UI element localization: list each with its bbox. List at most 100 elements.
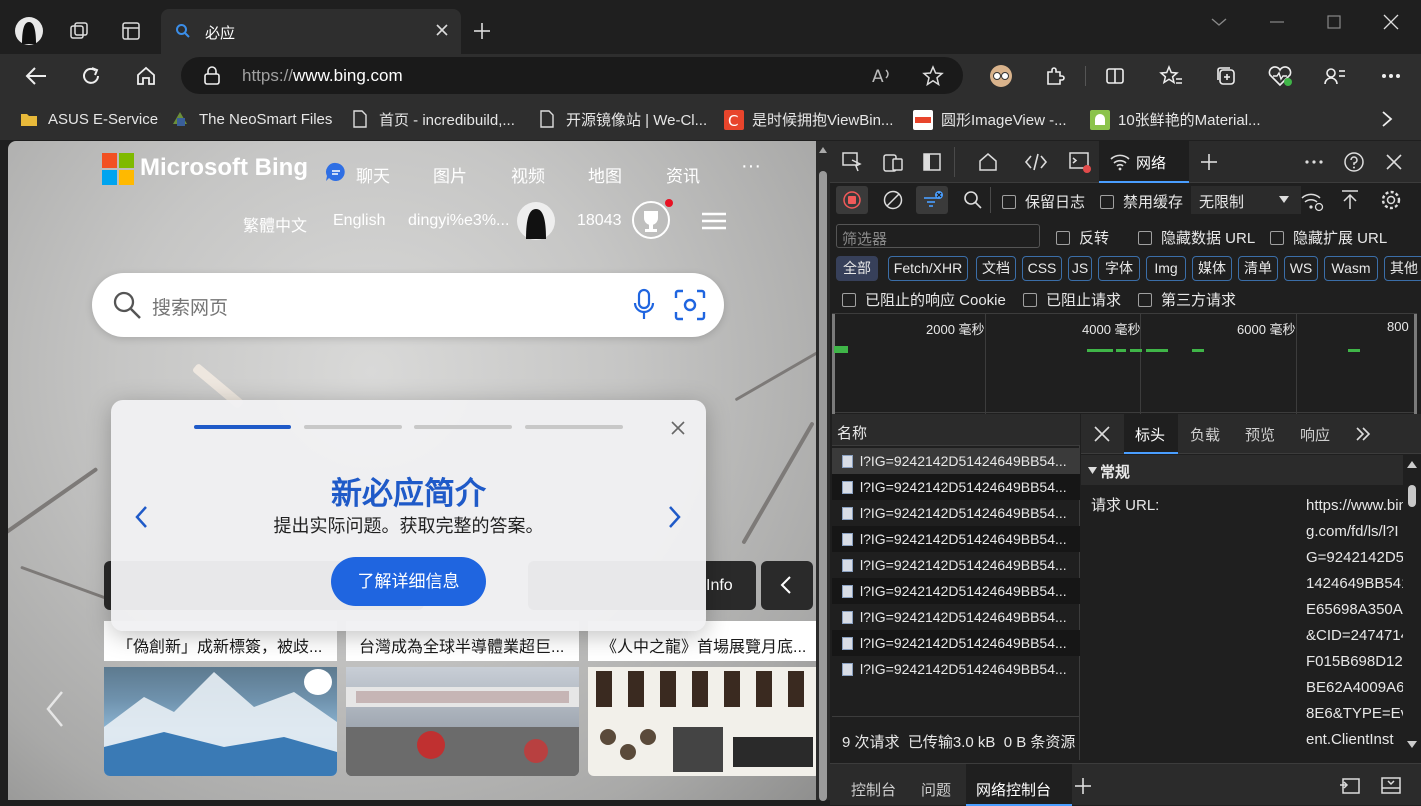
third-party-checkbox[interactable]: 第三方请求: [1138, 289, 1236, 310]
device-emulation-icon[interactable]: [879, 149, 907, 175]
workspaces-icon[interactable]: [62, 14, 96, 48]
detail-scrollbar[interactable]: [1403, 455, 1421, 760]
drawer-move-icon[interactable]: [1339, 775, 1361, 795]
lang-traditional[interactable]: 繁體中文: [243, 212, 307, 236]
page-scrollbar-thumb[interactable]: [819, 171, 827, 801]
devtools-more-icon[interactable]: [1300, 149, 1328, 175]
hide-data-url-checkbox[interactable]: 隐藏数据 URL: [1138, 227, 1255, 248]
tab-headers[interactable]: 标头: [1124, 414, 1178, 454]
tab-list-chevron-icon[interactable]: [1207, 10, 1231, 34]
network-overview-timeline[interactable]: 2000 毫秒 4000 毫秒 6000 毫秒 800: [832, 313, 1417, 414]
bookmark-viewbinding[interactable]: C 是时候拥抱ViewBin...: [724, 108, 893, 130]
bookmark-incredibuild[interactable]: 首页 - incredibuild,...: [351, 108, 515, 130]
request-row[interactable]: l?IG=9242142D51424649BB54...: [832, 526, 1080, 552]
home-icon[interactable]: [130, 60, 162, 92]
extension-glasses-icon[interactable]: [985, 60, 1017, 92]
favorite-star-icon[interactable]: [922, 65, 944, 87]
disable-cache-checkbox[interactable]: 禁用缓存: [1100, 191, 1183, 212]
learn-more-button[interactable]: 了解详细信息: [331, 557, 486, 606]
request-row[interactable]: l?IG=9242142D51424649BB54...: [832, 630, 1080, 656]
detail-scrollbar-thumb[interactable]: [1408, 485, 1416, 507]
drawer-tab-console[interactable]: 控制台: [851, 772, 896, 806]
drawer-dock-icon[interactable]: [1380, 775, 1402, 795]
tab-bing[interactable]: 必应: [161, 9, 461, 54]
filter-input[interactable]: 筛选器: [836, 224, 1040, 248]
bookmark-mirror[interactable]: 开源镜像站 | We-Cl...: [538, 108, 707, 130]
favorites-icon[interactable]: [1155, 60, 1187, 92]
request-url-value[interactable]: https://www.bing.com/fd/ls/l?IG=9242142D…: [1306, 493, 1410, 753]
bookmark-neosmart[interactable]: The NeoSmart Files: [171, 108, 332, 130]
search-input[interactable]: 搜索网页: [152, 293, 228, 320]
type-filter-ws[interactable]: WS: [1284, 256, 1318, 281]
import-har-icon[interactable]: [1340, 189, 1360, 211]
preserve-log-checkbox[interactable]: 保留日志: [1002, 191, 1085, 212]
type-filter-other[interactable]: 其他: [1384, 256, 1421, 281]
address-bar[interactable]: https://www.bing.com A: [181, 57, 963, 94]
welcome-home-icon[interactable]: [974, 149, 1002, 175]
nav-chat[interactable]: 聊天: [356, 162, 390, 187]
type-filter-font[interactable]: 字体: [1098, 256, 1140, 281]
extensions-puzzle-icon[interactable]: [1039, 60, 1071, 92]
filter-toggle-icon[interactable]: [916, 186, 948, 214]
type-filter-img[interactable]: Img: [1146, 256, 1186, 281]
lang-english[interactable]: English: [333, 212, 385, 230]
tab-preview[interactable]: 预览: [1245, 424, 1275, 445]
bookmark-asus[interactable]: ASUS E-Service: [20, 108, 158, 130]
collections-icon[interactable]: [1210, 60, 1242, 92]
tab-response[interactable]: 响应: [1300, 424, 1330, 445]
rewards-points[interactable]: 18043: [577, 212, 622, 230]
refresh-icon[interactable]: [75, 60, 107, 92]
split-screen-icon[interactable]: [1099, 60, 1131, 92]
rewards-trophy-icon[interactable]: [631, 199, 675, 241]
general-section-header[interactable]: 常规: [1081, 455, 1403, 485]
drawer-tab-issues[interactable]: 问题: [921, 772, 951, 806]
nav-maps[interactable]: 地图: [588, 162, 622, 187]
record-button[interactable]: [836, 186, 868, 214]
search-icon[interactable]: [963, 190, 983, 210]
visual-search-icon[interactable]: [674, 289, 706, 321]
type-filter-fetch-xhr[interactable]: Fetch/XHR: [888, 256, 968, 281]
carousel-prev-button[interactable]: [761, 561, 813, 610]
blocked-requests-checkbox[interactable]: 已阻止请求: [1023, 289, 1121, 310]
add-tool-icon[interactable]: [1195, 149, 1223, 175]
request-row[interactable]: l?IG=9242142D51424649BB54...: [832, 474, 1080, 500]
close-devtools-icon[interactable]: [1380, 149, 1408, 175]
type-filter-doc[interactable]: 文档: [976, 256, 1016, 281]
hamburger-menu-icon[interactable]: [701, 211, 727, 231]
popup-prev-chevron-icon[interactable]: [133, 504, 149, 530]
type-filter-manifest[interactable]: 清单: [1238, 256, 1278, 281]
nav-images[interactable]: 图片: [433, 162, 467, 187]
news-card[interactable]: 《人中之龍》首場展覽月底...: [588, 621, 816, 776]
type-filter-css[interactable]: CSS: [1022, 256, 1062, 281]
more-tabs-chevron-icon[interactable]: [1355, 426, 1371, 442]
read-aloud-icon[interactable]: A: [871, 66, 893, 86]
voice-search-icon[interactable]: [632, 288, 656, 322]
network-settings-gear-icon[interactable]: [1380, 189, 1402, 211]
nav-more[interactable]: ···: [741, 155, 761, 178]
type-filter-wasm[interactable]: Wasm: [1324, 256, 1378, 281]
tab-payload[interactable]: 负载: [1190, 424, 1220, 445]
name-column-header[interactable]: 名称: [832, 414, 1080, 446]
close-tab-icon[interactable]: [433, 21, 451, 39]
request-row[interactable]: l?IG=9242142D51424649BB54...: [832, 552, 1080, 578]
bookmarks-overflow-chevron-icon[interactable]: [1380, 110, 1394, 128]
blocked-cookies-checkbox[interactable]: 已阻止的响应 Cookie: [842, 289, 1006, 310]
maximize-icon[interactable]: [1322, 10, 1346, 34]
user-avatar[interactable]: [516, 201, 556, 241]
request-row[interactable]: l?IG=9242142D51424649BB54...: [832, 578, 1080, 604]
popup-next-chevron-icon[interactable]: [667, 504, 683, 530]
type-filter-all[interactable]: 全部: [836, 256, 878, 281]
nav-videos[interactable]: 视频: [511, 162, 545, 187]
new-tab-icon[interactable]: [465, 14, 499, 48]
minimize-icon[interactable]: [1265, 10, 1289, 34]
user-name[interactable]: dingyi%e3%...: [408, 212, 509, 230]
elements-code-icon[interactable]: [1022, 149, 1050, 175]
back-icon[interactable]: [20, 60, 52, 92]
network-conditions-icon[interactable]: [1300, 190, 1324, 212]
hide-extension-url-checkbox[interactable]: 隐藏扩展 URL: [1270, 227, 1387, 248]
news-prev-chevron-icon[interactable]: [44, 689, 66, 729]
profile-avatar[interactable]: [12, 14, 46, 48]
inspect-element-icon[interactable]: [838, 149, 866, 175]
timeline-handle-right[interactable]: [1414, 314, 1417, 414]
page-scrollbar[interactable]: [816, 141, 830, 801]
